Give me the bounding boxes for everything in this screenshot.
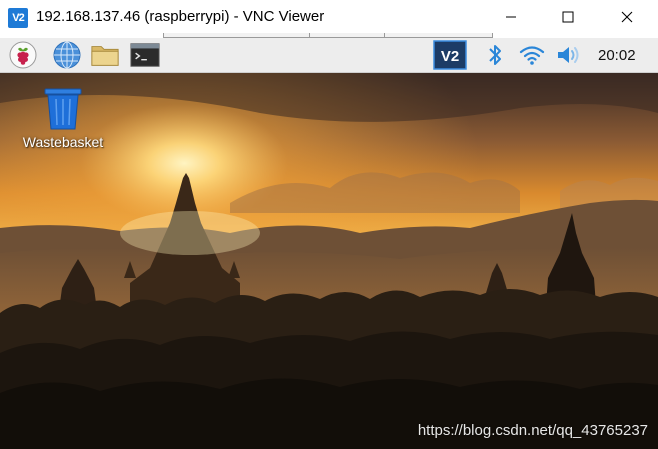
svg-text:V2: V2 [441, 48, 459, 65]
vnc-app-icon[interactable]: V2 [8, 8, 28, 28]
close-button[interactable] [604, 0, 650, 34]
desktop-icon-wastebasket[interactable]: Wastebasket [16, 87, 110, 150]
wifi-tray[interactable] [517, 40, 547, 70]
file-manager-button[interactable] [90, 40, 120, 70]
folder-icon [91, 46, 119, 66]
web-browser-button[interactable] [52, 40, 82, 70]
taskbar-clock[interactable]: 20:02 [598, 47, 636, 64]
raspberry-menu-button[interactable] [8, 40, 38, 70]
minimize-button[interactable] [488, 0, 534, 34]
desktop[interactable]: Wastebasket https://blog.csdn.net/qq_437… [0, 73, 658, 449]
window-title: 192.168.137.46 (raspberrypi) - VNC Viewe… [36, 8, 325, 25]
csdn-watermark: https://blog.csdn.net/qq_43765237 [417, 422, 648, 439]
bluetooth-tray[interactable] [480, 40, 510, 70]
terminal-icon [130, 43, 160, 67]
globe-icon [53, 41, 81, 69]
minimize-icon [506, 16, 516, 18]
close-icon [621, 11, 633, 23]
speaker-icon [558, 47, 579, 63]
terminal-button[interactable] [130, 40, 160, 70]
raspberry-icon [9, 41, 37, 69]
vnc-icon: V2 [433, 40, 467, 70]
bluetooth-icon [489, 45, 501, 65]
wastebasket-icon [44, 88, 82, 130]
rpi-taskbar: V2 20:02 [0, 38, 658, 73]
maximize-button[interactable] [545, 0, 591, 34]
wifi-icon [519, 46, 545, 65]
desktop-icon-label: Wastebasket [22, 134, 104, 150]
vnc-viewer-window: V2 192.168.137.46 (raspberrypi) - VNC Vi… [0, 0, 658, 449]
title-bar[interactable]: V2 192.168.137.46 (raspberrypi) - VNC Vi… [0, 0, 658, 34]
vnc-server-tray[interactable]: V2 [432, 40, 468, 70]
volume-tray[interactable] [554, 40, 584, 70]
maximize-icon [562, 11, 574, 23]
